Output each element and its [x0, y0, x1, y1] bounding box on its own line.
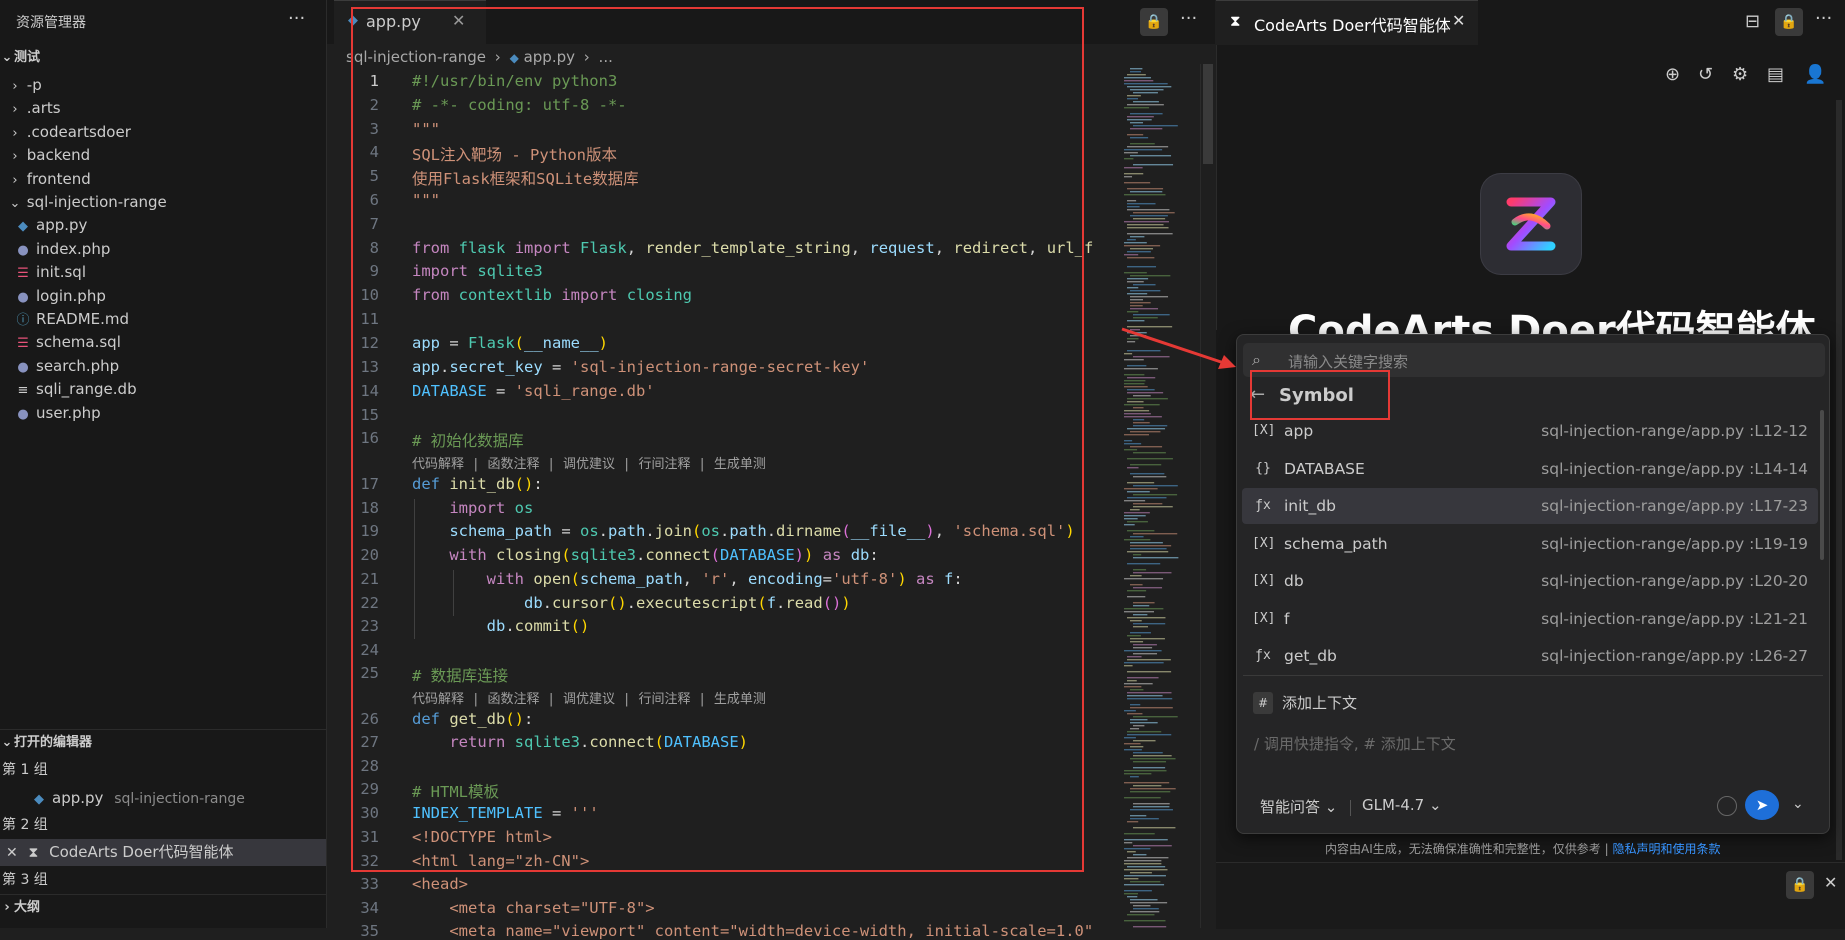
outline-header[interactable]: › 大纲 [0, 895, 326, 921]
chevron-down-icon[interactable]: ⌄ [1792, 796, 1804, 812]
chevron-down-icon: ⌄ [1428, 796, 1442, 814]
symbol-item[interactable]: [X] app sql-injection-range/app.py :L12-12 [1242, 413, 1818, 449]
chevron-right-icon: › [4, 900, 10, 915]
open-editors-header[interactable]: ⌄ 打开的编辑器 [0, 730, 326, 756]
search-placeholder: 请输入关键字搜索 [1288, 353, 1409, 371]
symbol-item[interactable]: [X] f sql-injection-range/app.py :L21-21 [1242, 601, 1818, 637]
symbol-path: sql-injection-range/app.py :L14-14 [1541, 459, 1808, 478]
variable-icon: [X] [1252, 610, 1276, 626]
editor-group-1: 第 1 组 [2, 762, 48, 778]
chevron-down-icon: ⌄ [1324, 798, 1338, 816]
new-chat-icon[interactable]: ⊕ [1665, 64, 1680, 85]
variable-icon: [X] [1252, 573, 1276, 588]
open-editor-codearts[interactable]: ✕ ⧗ CodeArts Doer代码智能体 [0, 839, 326, 866]
symbol-path: sql-injection-range/app.py :L17-23 [1541, 497, 1808, 515]
symbol-item[interactable]: {} DATABASE sql-injection-range/app.py :L1… [1242, 451, 1818, 487]
symbol-name: app [1284, 422, 1314, 440]
split-editor-icon[interactable]: ⊟ [1745, 11, 1760, 32]
close-icon[interactable]: ✕ [6, 845, 18, 861]
status-circle-icon[interactable] [1717, 796, 1737, 816]
php-file-icon: ● [17, 406, 29, 422]
explorer-more-icon[interactable]: ··· [288, 8, 305, 29]
symbol-path: sql-injection-range/app.py :L20-20 [1541, 572, 1808, 590]
add-context-button[interactable]: 添加上下文 [1282, 692, 1357, 713]
model-dropdown[interactable]: GLM-4.7 ⌄ [1362, 796, 1442, 814]
hash-icon: # [1253, 692, 1273, 714]
minimap[interactable] [1120, 64, 1200, 928]
code-line-33: <head> [412, 875, 468, 893]
symbol-list-scrollbar[interactable] [1820, 410, 1824, 560]
user-icon[interactable]: 👤 [1804, 64, 1826, 85]
close-icon[interactable]: ✕ [1452, 11, 1465, 30]
symbol-item[interactable]: ƒx init_db sql-injection-range/app.py :L17… [1242, 488, 1818, 524]
codearts-logo [1481, 174, 1581, 274]
tree-item[interactable]: ● user.php [0, 400, 340, 427]
more-actions-icon[interactable]: ··· [1180, 8, 1197, 29]
code-line-35: <meta name="viewport" content="width=dev… [412, 922, 1094, 940]
symbol-item[interactable]: [X] schema_path sql-injection-range/app.py… [1242, 526, 1818, 562]
constant-icon: {} [1255, 460, 1271, 476]
symbol-item[interactable]: ƒx get_db sql-injection-range/app.py :L26-… [1242, 638, 1818, 674]
privacy-link[interactable]: 隐私声明和使用条款 [1612, 842, 1720, 856]
codearts-icon: ⧗ [28, 845, 39, 861]
chevron-down-icon: ⌄ [1, 50, 13, 65]
explorer-sidebar: 资源管理器 ··· ⌄ 测试 › -p › .arts › .codeartsdoer… [0, 0, 327, 928]
symbol-name: get_db [1284, 647, 1337, 665]
function-icon: ƒx [1255, 498, 1271, 513]
code-line-34: <meta charset="UTF-8"> [412, 899, 655, 917]
annotation-box-editor [351, 7, 1084, 872]
send-button[interactable]: ➤ [1745, 790, 1779, 820]
workspace-root[interactable]: ⌄ 测试 [0, 45, 326, 71]
symbol-name: schema_path [1284, 534, 1388, 553]
line-number: 34 [360, 899, 379, 917]
editor-group-2: 第 2 组 [2, 817, 48, 833]
lock-icon[interactable]: 🔒 [1775, 8, 1803, 36]
line-number: 33 [360, 875, 379, 893]
history-icon[interactable]: ↺ [1698, 64, 1713, 85]
variable-icon: [X] [1252, 535, 1276, 551]
chevron-down-icon: ⌄ [1, 735, 13, 750]
editor-scrollbar[interactable] [1200, 64, 1215, 928]
variable-icon: [X] [1252, 423, 1276, 438]
lock-icon[interactable]: 🔒 [1786, 871, 1814, 899]
symbol-name: init_db [1284, 497, 1336, 515]
symbol-path: sql-injection-range/app.py :L19-19 [1541, 534, 1808, 553]
mode-dropdown[interactable]: 智能问答 ⌄ [1260, 796, 1337, 817]
line-number: 35 [360, 922, 379, 940]
panel-bottom-bar: 🔒 ✕ [1216, 862, 1845, 929]
chat-input[interactable]: / 调用快捷指令, # 添加上下文 [1254, 733, 1456, 754]
python-file-icon: ◆ [34, 792, 44, 807]
settings-gear-icon[interactable]: ⚙ [1732, 64, 1748, 85]
explorer-title: 资源管理器 [16, 15, 86, 31]
ai-disclaimer: 内容由AI生成，无法确保准确性和完整性，仅供参考 | 隐私声明和使用条款 [1325, 842, 1721, 856]
lock-icon[interactable]: 🔒 [1140, 8, 1168, 36]
symbol-path: sql-injection-range/app.py :L12-12 [1541, 422, 1808, 440]
panel-scrollbar[interactable] [1836, 100, 1842, 860]
codearts-icon: ⧗ [1230, 12, 1241, 30]
symbol-name: db [1284, 572, 1304, 590]
notes-icon[interactable]: ▤ [1767, 64, 1784, 85]
search-icon: ⌕ [1252, 350, 1261, 369]
symbol-path: sql-injection-range/app.py :L26-27 [1541, 647, 1808, 665]
symbol-path: sql-injection-range/app.py :L21-21 [1541, 609, 1808, 628]
annotation-arrow [1121, 327, 1236, 369]
symbol-name: DATABASE [1284, 459, 1365, 478]
symbol-name: f [1284, 609, 1290, 628]
tab-codearts[interactable]: ⧗ CodeArts Doer代码智能体 ✕ [1216, 0, 1478, 45]
close-icon[interactable]: ✕ [1824, 873, 1837, 892]
function-icon: ƒx [1255, 648, 1271, 663]
send-icon: ➤ [1755, 796, 1769, 814]
open-editor-app-py[interactable]: ◆ app.py sql-injection-range [0, 785, 326, 812]
symbol-item[interactable]: [X] db sql-injection-range/app.py :L20-20 [1242, 563, 1818, 599]
more-actions-icon[interactable]: ··· [1815, 8, 1832, 29]
editor-group-3: 第 3 组 [2, 872, 48, 888]
